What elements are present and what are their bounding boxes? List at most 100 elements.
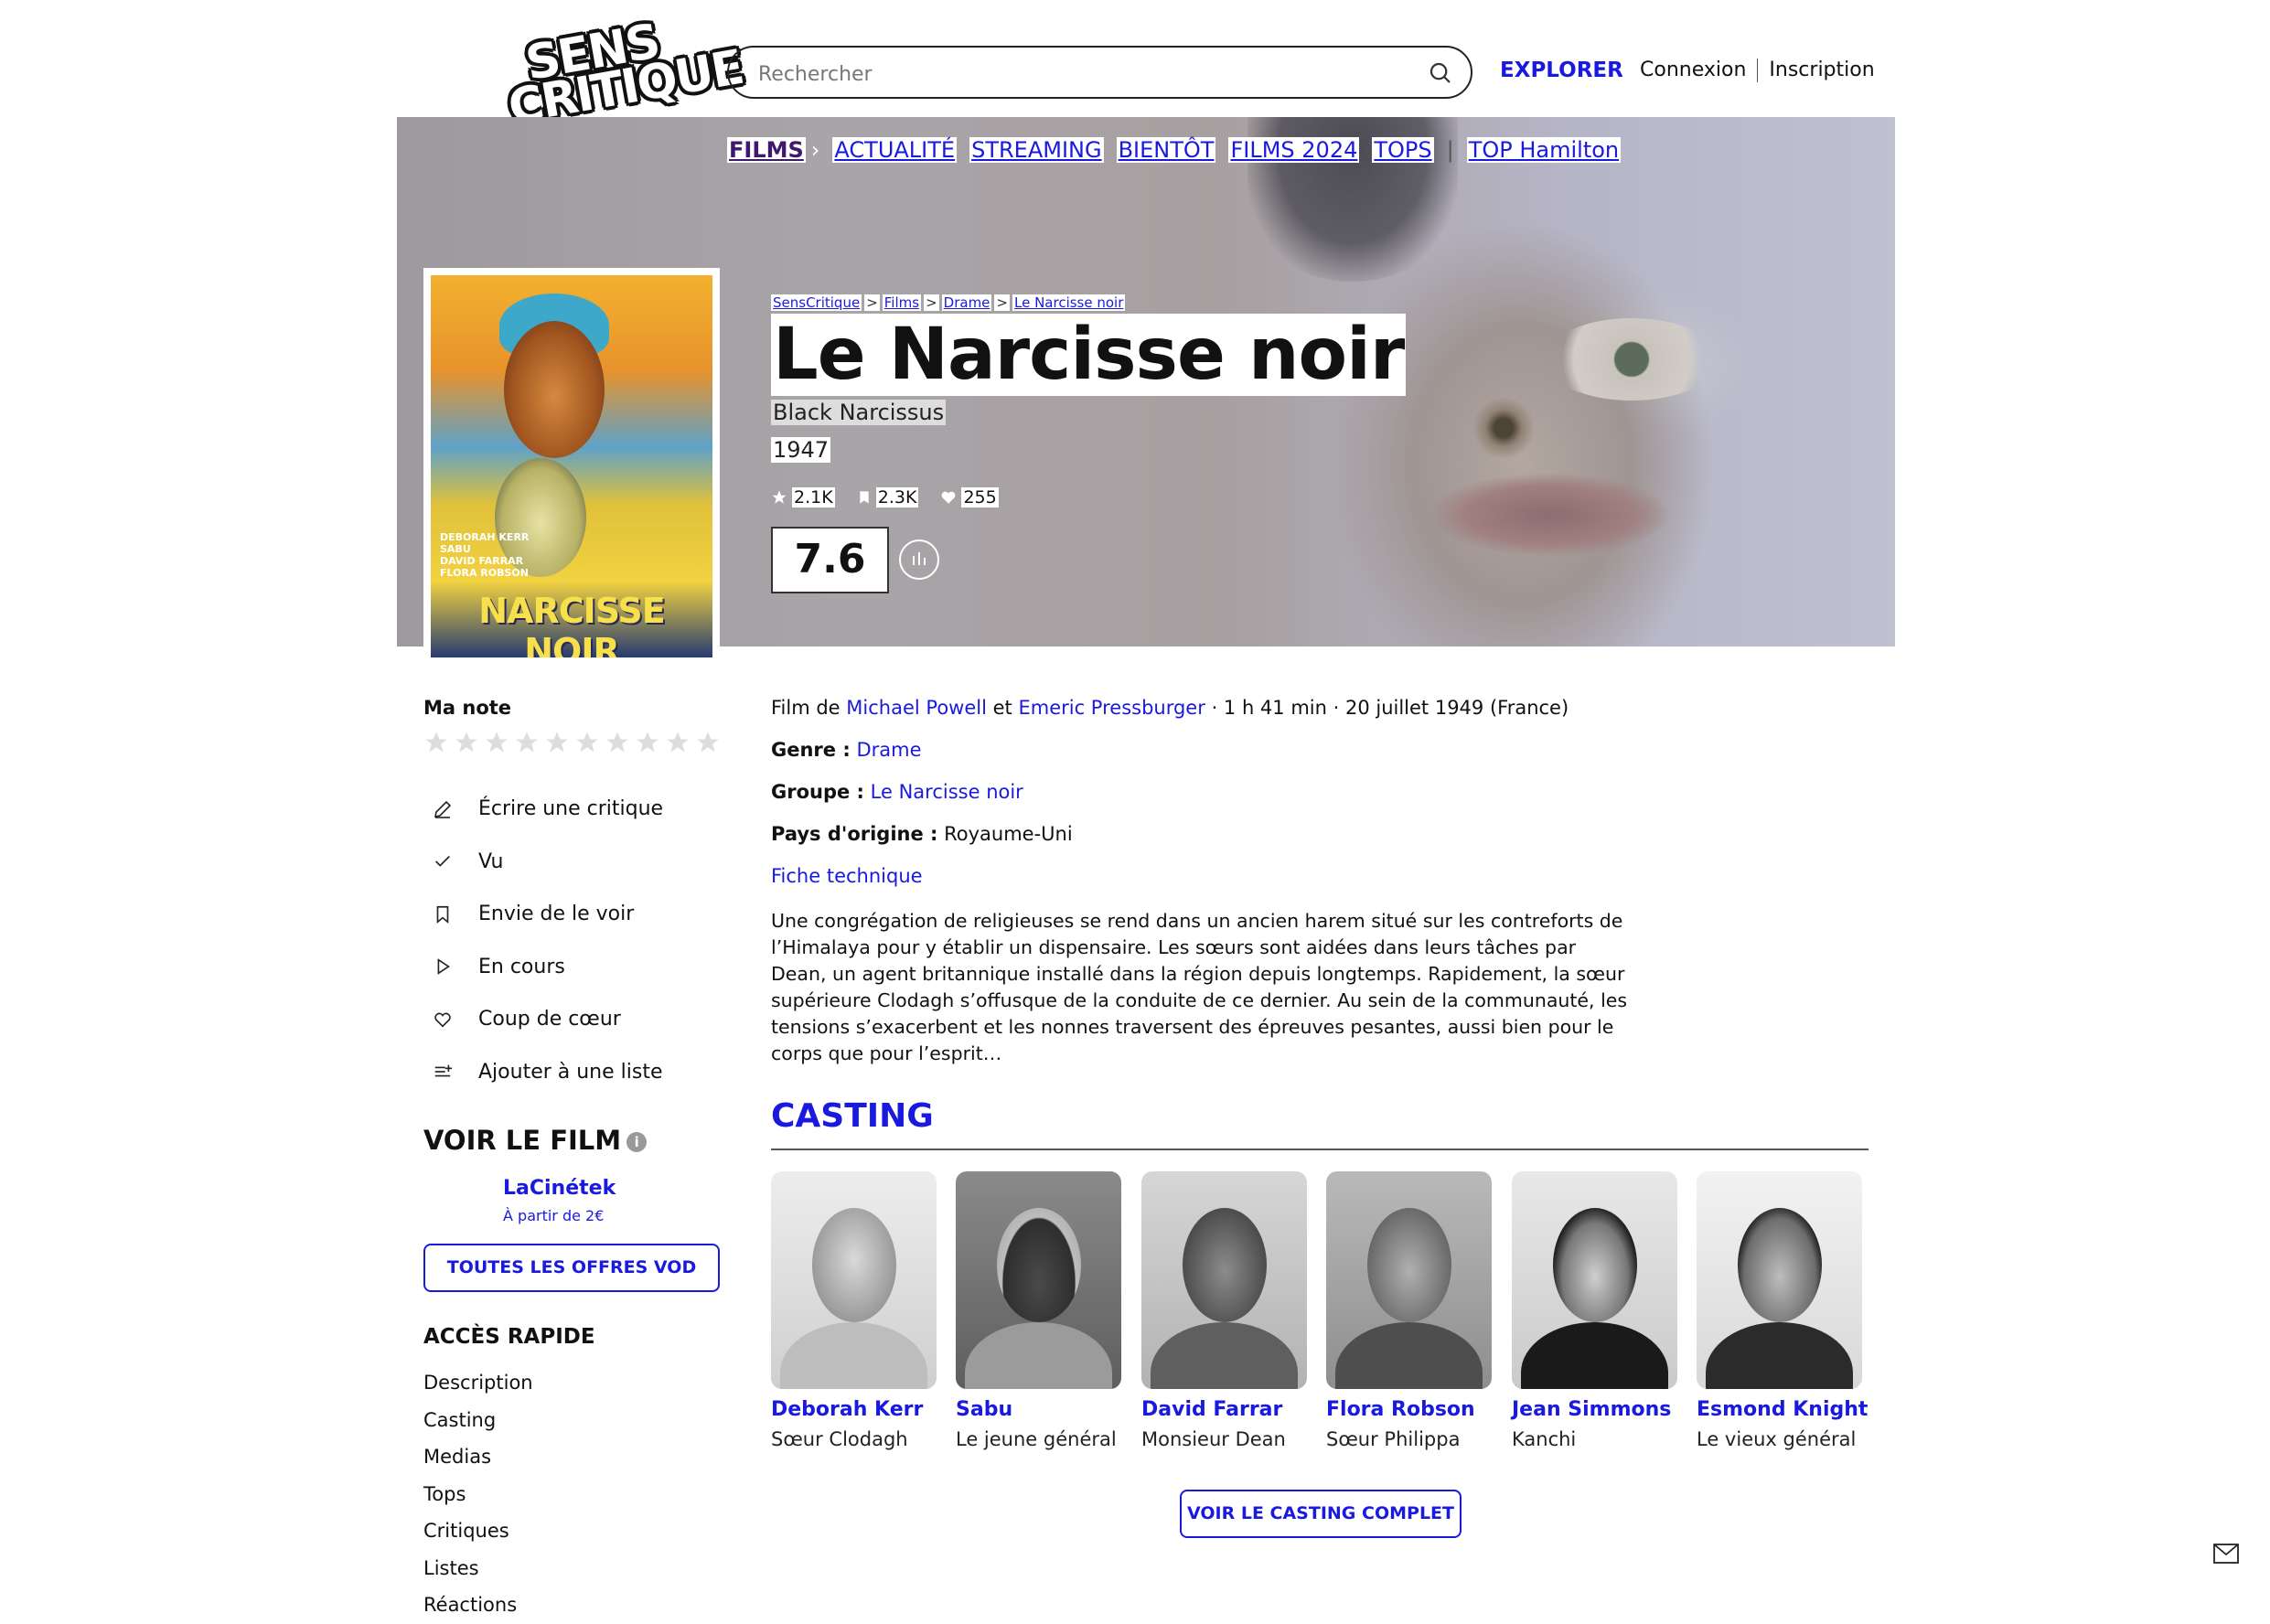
cast-photo[interactable]	[1141, 1171, 1307, 1389]
rating-distribution-button[interactable]	[899, 540, 939, 580]
technical-sheet-link[interactable]: Fiche technique	[771, 865, 923, 887]
cast-name[interactable]: Flora Robson	[1326, 1398, 1492, 1421]
action-add-to-list[interactable]: Ajouter à une liste	[423, 1046, 725, 1099]
explorer-link[interactable]: EXPLORER	[1500, 59, 1623, 82]
film-meta: · 1 h 41 min · 20 juillet 1949 (France)	[1211, 697, 1569, 719]
cast-photo-head	[1183, 1208, 1267, 1322]
poster-credits: DEBORAH KERR SABU DAVID FARRAR FLORA ROB…	[440, 531, 529, 579]
action-wishlist[interactable]: Envie de le voir	[423, 888, 725, 941]
main-nav: FILMS › ACTUALITÉ STREAMING BIENTÔT FILMS 202…	[727, 137, 1633, 163]
mail-icon[interactable]	[2213, 1544, 2239, 1564]
nav-films-2024[interactable]: FILMS 2024	[1228, 137, 1360, 163]
breadcrumb-senscritique[interactable]: SensCritique	[771, 294, 862, 311]
film-credits-row: Film de Michael Powell et Emeric Pressbu…	[771, 697, 1631, 739]
synopsis: Une congrégation de religieuses se rend …	[771, 910, 1628, 1064]
info-icon[interactable]: i	[626, 1132, 648, 1152]
login-link[interactable]: Connexion	[1640, 59, 1746, 81]
cast-card[interactable]: Esmond Knight Le vieux général	[1697, 1171, 1868, 1450]
cast-name[interactable]: Deborah Kerr	[771, 1398, 937, 1421]
breadcrumb-films[interactable]: Films	[882, 294, 922, 311]
star-icon[interactable]	[695, 730, 721, 755]
cast-photo-body	[965, 1322, 1112, 1389]
cast-photo-head	[997, 1208, 1081, 1322]
breadcrumb-sep: >	[864, 294, 880, 311]
rating-stars[interactable]	[423, 730, 725, 755]
quick-access-listes[interactable]: Listes	[423, 1550, 533, 1587]
groupe-link[interactable]: Le Narcisse noir	[871, 781, 1023, 803]
cast-name[interactable]: Sabu	[956, 1398, 1121, 1421]
star-icon[interactable]	[423, 730, 449, 755]
quick-access-description[interactable]: Description	[423, 1364, 533, 1402]
cast-photo[interactable]	[1512, 1171, 1677, 1389]
casting-divider	[771, 1149, 1868, 1150]
action-seen[interactable]: Vu	[423, 836, 725, 889]
star-icon[interactable]	[544, 730, 570, 755]
provider-name[interactable]: LaCinétek	[503, 1177, 616, 1200]
cast-card[interactable]: David Farrar Monsieur Dean	[1141, 1171, 1307, 1450]
search-input[interactable]	[756, 59, 1400, 90]
search-icon[interactable]	[1427, 59, 1454, 87]
cast-name[interactable]: Esmond Knight	[1697, 1398, 1868, 1421]
quick-access-medias[interactable]: Medias	[423, 1438, 533, 1476]
cast-photo[interactable]	[956, 1171, 1121, 1389]
nav-actualite[interactable]: ACTUALITÉ	[832, 137, 958, 163]
film-poster[interactable]: DEBORAH KERR SABU DAVID FARRAR FLORA ROB…	[423, 268, 720, 665]
cast-card[interactable]: Sabu Le jeune général	[956, 1171, 1121, 1450]
star-icon[interactable]	[454, 730, 479, 755]
ratings-stat: 2.1K	[771, 487, 835, 508]
quick-access-reactions[interactable]: Réactions	[423, 1587, 533, 1624]
page-title: Le Narcisse noir	[771, 314, 1407, 396]
star-icon[interactable]	[484, 730, 509, 755]
breadcrumb-drame[interactable]: Drame	[941, 294, 992, 311]
star-icon[interactable]	[514, 730, 540, 755]
director-link[interactable]: Emeric Pressburger	[1018, 697, 1205, 719]
cast-card[interactable]: Deborah Kerr Sœur Clodagh	[771, 1171, 937, 1450]
nav-tops[interactable]: TOPS	[1372, 137, 1434, 163]
nav-bientot[interactable]: BIENTÔT	[1116, 137, 1216, 163]
full-cast-button[interactable]: VOIR LE CASTING COMPLET	[1180, 1490, 1462, 1538]
nav-top-hamilton[interactable]: TOP Hamilton	[1466, 137, 1622, 163]
banner-eye	[1545, 318, 1719, 401]
poster-credit: FLORA ROBSON	[440, 567, 529, 579]
check-icon	[431, 849, 455, 873]
search-bar[interactable]	[727, 46, 1472, 99]
action-in-progress[interactable]: En cours	[423, 941, 725, 994]
breadcrumb-current[interactable]: Le Narcisse noir	[1012, 294, 1126, 311]
auth-separator	[1757, 59, 1759, 82]
cast-name[interactable]: Jean Simmons	[1512, 1398, 1677, 1421]
chevron-right-icon: ›	[810, 137, 820, 163]
cast-name[interactable]: David Farrar	[1141, 1398, 1307, 1421]
poster-title: NARCISSE NOIR	[478, 591, 666, 657]
quick-access-tops[interactable]: Tops	[423, 1476, 533, 1513]
action-label: Coup de cœur	[478, 1008, 621, 1031]
cast-photo[interactable]	[771, 1171, 937, 1389]
quick-access-critiques[interactable]: Critiques	[423, 1512, 533, 1550]
quick-access-casting[interactable]: Casting	[423, 1402, 533, 1439]
star-icon[interactable]	[635, 730, 660, 755]
cast-photo[interactable]	[1326, 1171, 1492, 1389]
favorites-count: 255	[961, 487, 999, 508]
cast-photo-body	[1521, 1322, 1668, 1389]
cast-role: Le vieux général	[1697, 1428, 1857, 1450]
action-favorite[interactable]: Coup de cœur	[423, 993, 725, 1046]
director-link[interactable]: Michael Powell	[846, 697, 987, 719]
nav-films[interactable]: FILMS	[727, 137, 806, 163]
film-stats: 2.1K 2.3K 255	[771, 487, 1015, 510]
cast-role: Le jeune général	[956, 1428, 1117, 1450]
star-icon[interactable]	[605, 730, 630, 755]
auth-links: Connexion Inscription	[1640, 59, 1875, 82]
cast-card[interactable]: Jean Simmons Kanchi	[1512, 1171, 1677, 1450]
cast-card[interactable]: Flora Robson Sœur Philippa	[1326, 1171, 1492, 1450]
nav-streaming[interactable]: STREAMING	[969, 137, 1104, 163]
star-icon[interactable]	[574, 730, 600, 755]
quick-access-list: Description Casting Medias Tops Critique…	[423, 1364, 533, 1624]
star-icon[interactable]	[665, 730, 691, 755]
all-vod-offers-button[interactable]: TOUTES LES OFFRES VOD	[423, 1244, 720, 1292]
genre-link[interactable]: Drame	[856, 739, 921, 761]
cast-photo[interactable]	[1697, 1171, 1862, 1389]
action-write-review[interactable]: Écrire une critique	[423, 783, 725, 836]
country-row: Pays d'origine : Royaume-Uni	[771, 823, 1631, 865]
film-details: Film de Michael Powell et Emeric Pressbu…	[771, 697, 1631, 907]
action-label: Envie de le voir	[478, 903, 635, 926]
signup-link[interactable]: Inscription	[1769, 59, 1874, 81]
